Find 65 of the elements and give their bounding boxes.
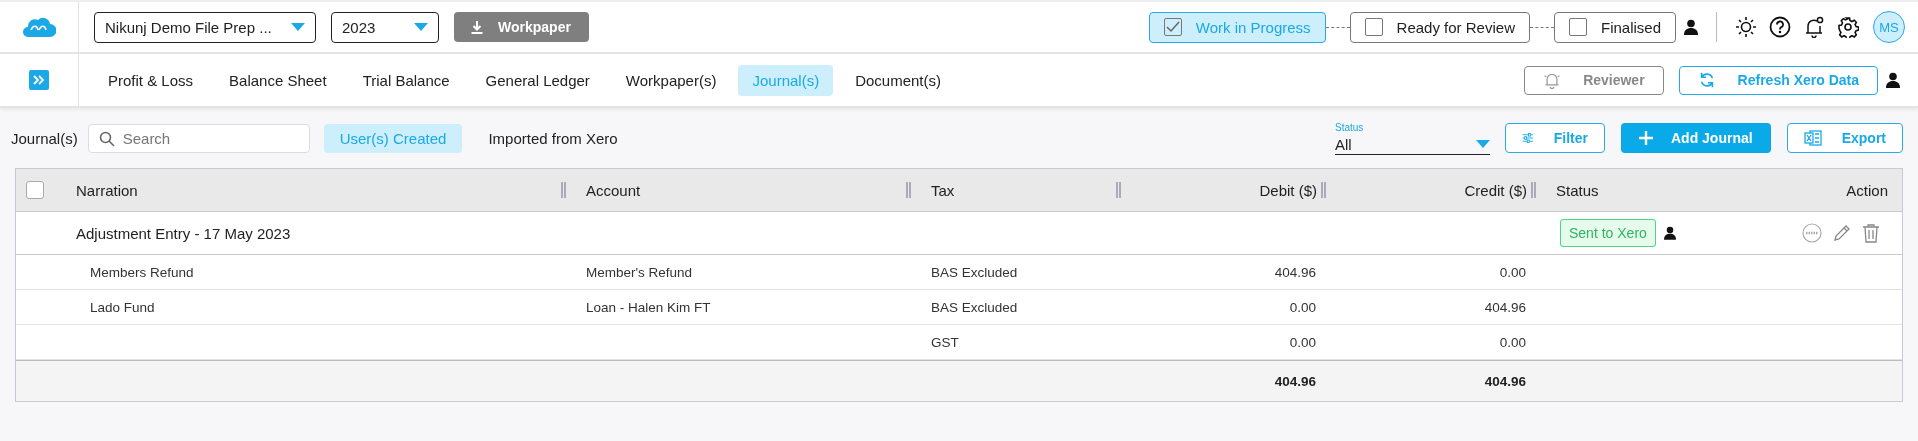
column-header: Debit ($) — [1259, 181, 1317, 199]
nav-tab[interactable]: Document(s) — [841, 64, 955, 96]
plus-icon — [1639, 131, 1653, 145]
brightness-icon[interactable] — [1735, 16, 1757, 38]
nav-tab[interactable]: General Ledger — [471, 64, 604, 96]
edit-icon[interactable] — [1832, 223, 1852, 243]
download-icon — [470, 20, 484, 34]
table-cell: 0.00 — [1289, 334, 1316, 350]
table-cell: 0.00 — [1289, 299, 1316, 315]
column-resize-handle[interactable] — [906, 182, 911, 198]
xero-sync-icon[interactable] — [1802, 223, 1822, 243]
person-icon — [1663, 226, 1676, 240]
checkmark-icon — [1165, 21, 1180, 33]
column-header: Credit ($) — [1464, 181, 1527, 199]
notification-bell-icon[interactable] — [1803, 16, 1825, 38]
table-cell: 0.00 — [1499, 334, 1526, 350]
nav-tab[interactable]: Profit & Loss — [94, 64, 208, 96]
sliders-icon — [1522, 130, 1534, 146]
table-cell: Members Refund — [90, 264, 194, 280]
table-cell: Loan - Halen Kim FT — [586, 299, 711, 315]
total-credit: 404.96 — [1484, 373, 1526, 389]
stage-step[interactable]: Ready for Review — [1349, 11, 1530, 43]
person-icon[interactable] — [1684, 19, 1698, 35]
status-badge: Sent to Xero — [1560, 219, 1656, 247]
table-cell: Lado Fund — [90, 299, 155, 315]
table-cell: BAS Excluded — [931, 299, 1018, 315]
settings-icon[interactable] — [1837, 16, 1859, 38]
table-cell: BAS Excluded — [931, 264, 1018, 280]
help-icon[interactable] — [1769, 16, 1791, 38]
bell-icon — [1543, 71, 1562, 89]
company-dropdown[interactable]: Nikunj Demo File Prep ... — [94, 11, 316, 43]
journals-heading: Journal(s) — [11, 129, 78, 147]
journal-entry-title: Adjustment Entry - 17 May 2023 — [76, 224, 291, 242]
nav-tab[interactable]: Trial Balance — [348, 64, 464, 96]
column-resize-handle[interactable] — [1321, 182, 1326, 198]
spreadsheet-icon — [1803, 129, 1822, 147]
column-header: Narration — [76, 181, 138, 199]
table-cell: 404.96 — [1484, 299, 1526, 315]
column-resize-handle[interactable] — [1116, 182, 1121, 198]
workpaper-button[interactable]: Workpaper — [454, 12, 589, 42]
table-cell: GST — [931, 334, 959, 350]
total-debit: 404.96 — [1274, 373, 1316, 389]
expand-icon[interactable] — [29, 70, 49, 90]
table-cell: Member's Refund — [586, 264, 693, 280]
search-icon — [98, 130, 115, 147]
stage-step[interactable]: Finalised — [1553, 11, 1676, 43]
nav-tab[interactable]: Workpaper(s) — [611, 64, 731, 96]
nav-tab[interactable]: Balance Sheet — [215, 64, 341, 96]
column-header: Action — [1846, 181, 1888, 199]
filter-tab[interactable]: Imported from Xero — [472, 123, 634, 153]
table-cell: 0.00 — [1499, 264, 1526, 280]
column-header: Account — [586, 181, 641, 199]
column-header: Tax — [931, 181, 955, 199]
reviewer-button[interactable]: Reviewer — [1524, 65, 1664, 95]
select-all-checkbox[interactable] — [26, 181, 44, 199]
year-dropdown[interactable]: 2023 — [331, 11, 439, 43]
column-resize-handle[interactable] — [561, 182, 566, 198]
table-cell: 404.96 — [1274, 264, 1316, 280]
delete-icon[interactable] — [1862, 223, 1880, 243]
person-icon[interactable] — [1886, 72, 1900, 88]
column-header: Status — [1556, 181, 1599, 199]
column-resize-handle[interactable] — [1531, 182, 1536, 198]
status-dropdown[interactable]: Status All — [1335, 121, 1490, 155]
cloud-logo-icon[interactable] — [22, 16, 56, 38]
search-field[interactable]: Search — [87, 123, 310, 153]
